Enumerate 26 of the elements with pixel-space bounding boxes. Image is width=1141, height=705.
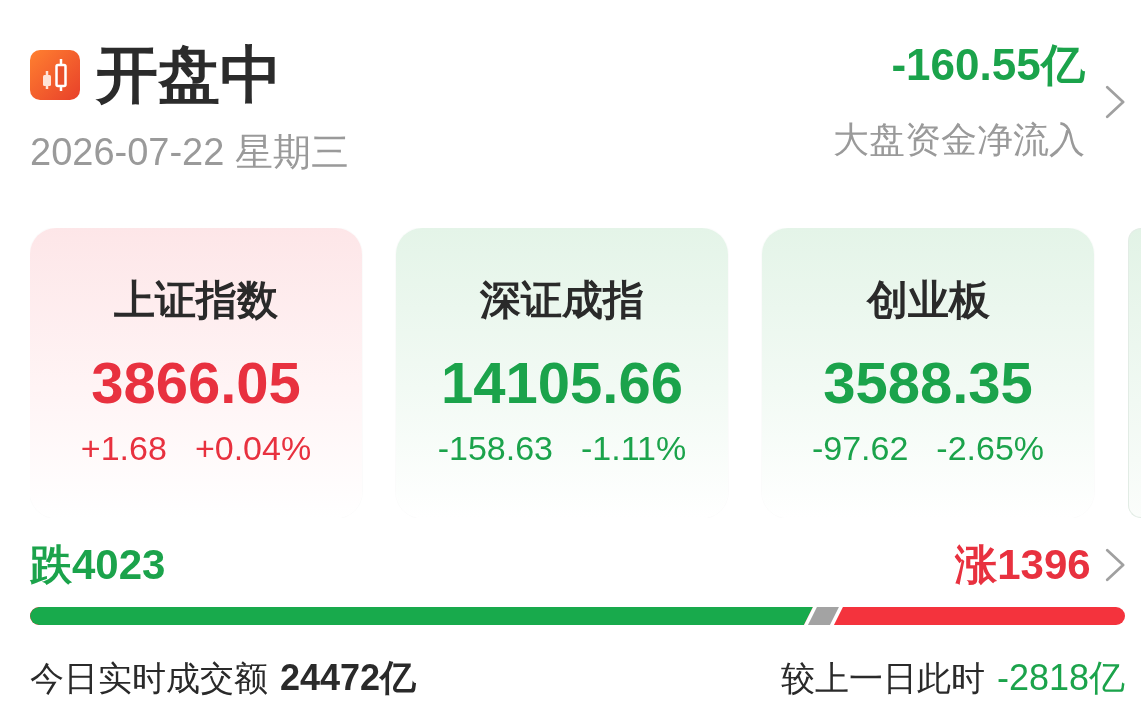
index-change-percent: +0.04% [194, 428, 312, 468]
index-change-percent: -2.65% [936, 428, 1045, 468]
chevron-right-icon[interactable] [1104, 84, 1125, 119]
index-value: 3866.05 [91, 350, 301, 416]
date-text: 2026-07-22 星期三 [30, 132, 349, 172]
index-name: 上证指数 [114, 275, 278, 325]
index-value: 3588.35 [823, 350, 1033, 416]
net-inflow-amount: -160.55亿 [891, 40, 1085, 90]
compare-label: 较上一日此时 [780, 658, 985, 698]
turnover-value: 24472亿 [280, 658, 417, 698]
index-change: -97.62 [811, 428, 909, 468]
net-inflow-label: 大盘资金净流入 [832, 118, 1085, 162]
page-title: 开盘中 [96, 40, 282, 110]
index-change-percent: -1.11% [581, 428, 687, 468]
advance-count: 涨1396 [955, 541, 1091, 589]
index-value: 14105.66 [441, 350, 683, 416]
decline-count: 跌4023 [30, 541, 166, 589]
compare-value: -2818亿 [996, 658, 1125, 698]
turnover-label: 今日实时成交额 [30, 658, 268, 698]
index-name: 深证成指 [480, 275, 644, 325]
index-name: 创业板 [866, 275, 990, 325]
index-change: +1.68 [80, 428, 167, 468]
flat-segment [807, 607, 839, 625]
index-change: -158.63 [437, 428, 554, 468]
chevron-right-icon[interactable] [1104, 548, 1125, 582]
candlestick-icon [30, 50, 80, 100]
